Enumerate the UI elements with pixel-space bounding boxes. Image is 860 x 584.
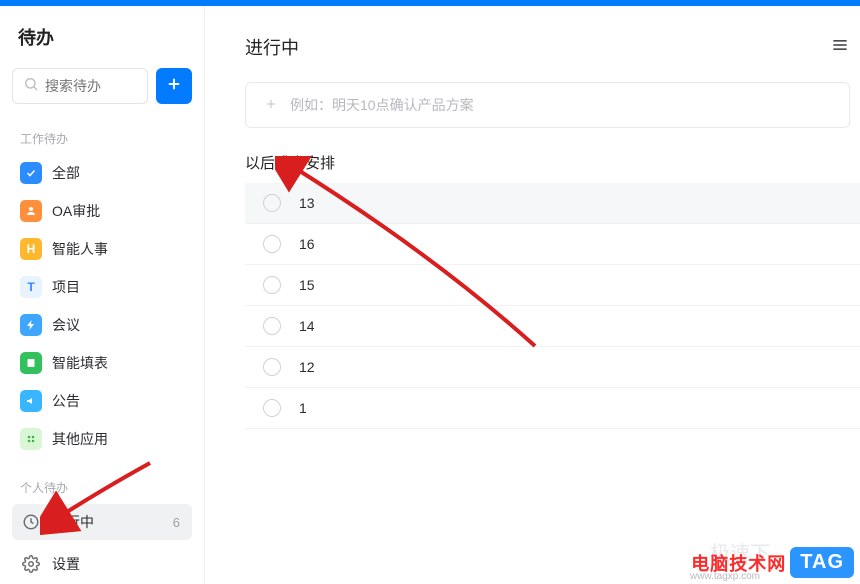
task-label: 1 (299, 400, 307, 416)
sidebar-item-label: 智能填表 (52, 353, 184, 373)
task-checkbox[interactable] (263, 235, 281, 253)
main-header: 进行中 (245, 34, 860, 60)
search-input[interactable] (45, 78, 137, 94)
sidebar-item-label: OA审批 (52, 201, 184, 221)
sidebar-item-count: 6 (173, 515, 180, 530)
watermark-url: www.tagxp.com (690, 571, 760, 582)
section-label-personal: 个人待办 (20, 479, 192, 496)
sidebar-title: 待办 (18, 24, 192, 50)
task-checkbox[interactable] (263, 276, 281, 294)
plus-icon (165, 75, 183, 98)
add-button[interactable] (156, 68, 192, 104)
task-item[interactable]: 16 (245, 224, 860, 265)
plus-small-icon (264, 97, 290, 114)
sidebar-item-label: 其他应用 (52, 429, 184, 449)
check-icon (20, 162, 42, 184)
sidebar-item-settings[interactable]: 设置 (12, 546, 192, 582)
task-item[interactable]: 1 (245, 388, 860, 429)
main-panel: 进行中 例如：明天10点确认产品方案 以后或未安排 13 16 15 (205, 6, 860, 584)
nav-list-personal: 进行中 6 (12, 504, 192, 540)
task-checkbox[interactable] (263, 399, 281, 417)
task-label: 14 (299, 318, 315, 334)
search-icon (23, 76, 39, 97)
add-task-input[interactable]: 例如：明天10点确认产品方案 (245, 82, 850, 128)
sidebar-item-label: 项目 (52, 277, 184, 297)
app-root: 待办 工作待办 全部 (0, 6, 860, 584)
sidebar-item-oa[interactable]: OA审批 (12, 193, 192, 229)
sidebar-item-other-apps[interactable]: 其他应用 (12, 421, 192, 457)
project-icon: T (20, 276, 42, 298)
gear-icon (20, 553, 42, 575)
sidebar: 待办 工作待办 全部 (0, 6, 205, 584)
sidebar-item-form[interactable]: 智能填表 (12, 345, 192, 381)
clock-icon (20, 511, 42, 533)
task-checkbox[interactable] (263, 358, 281, 376)
watermark-tag: TAG (790, 547, 854, 578)
sidebar-item-label: 进行中 (52, 512, 173, 532)
list-icon[interactable] (830, 35, 850, 60)
speaker-icon (20, 390, 42, 412)
task-label: 15 (299, 277, 315, 293)
task-checkbox[interactable] (263, 317, 281, 335)
sidebar-item-label: 设置 (52, 554, 184, 574)
task-label: 16 (299, 236, 315, 252)
sidebar-item-all[interactable]: 全部 (12, 155, 192, 191)
search-row (12, 68, 192, 104)
person-icon (20, 200, 42, 222)
task-item[interactable]: 12 (245, 347, 860, 388)
sidebar-item-meeting[interactable]: 会议 (12, 307, 192, 343)
task-item[interactable]: 13 (245, 183, 860, 224)
nav-list-work: 全部 OA审批 H 智能人事 T 项目 (12, 155, 192, 457)
sidebar-item-in-progress[interactable]: 进行中 6 (12, 504, 192, 540)
bolt-icon (20, 314, 42, 336)
sidebar-item-project[interactable]: T 项目 (12, 269, 192, 305)
sidebar-item-label: 智能人事 (52, 239, 184, 259)
task-label: 13 (299, 195, 315, 211)
sidebar-item-announcement[interactable]: 公告 (12, 383, 192, 419)
task-group-title: 以后或未安排 (245, 152, 860, 173)
sidebar-item-hr[interactable]: H 智能人事 (12, 231, 192, 267)
task-label: 12 (299, 359, 315, 375)
task-item[interactable]: 14 (245, 306, 860, 347)
task-checkbox[interactable] (263, 194, 281, 212)
task-list: 13 16 15 14 12 1 (245, 183, 860, 429)
sidebar-item-label: 公告 (52, 391, 184, 411)
h-icon: H (20, 238, 42, 260)
sidebar-item-label: 全部 (52, 163, 184, 183)
sidebar-item-label: 会议 (52, 315, 184, 335)
task-item[interactable]: 15 (245, 265, 860, 306)
search-box[interactable] (12, 68, 148, 104)
form-icon (20, 352, 42, 374)
add-task-placeholder: 例如：明天10点确认产品方案 (290, 95, 474, 115)
grid-icon (20, 428, 42, 450)
page-title: 进行中 (245, 34, 299, 60)
section-label-work: 工作待办 (20, 130, 192, 147)
